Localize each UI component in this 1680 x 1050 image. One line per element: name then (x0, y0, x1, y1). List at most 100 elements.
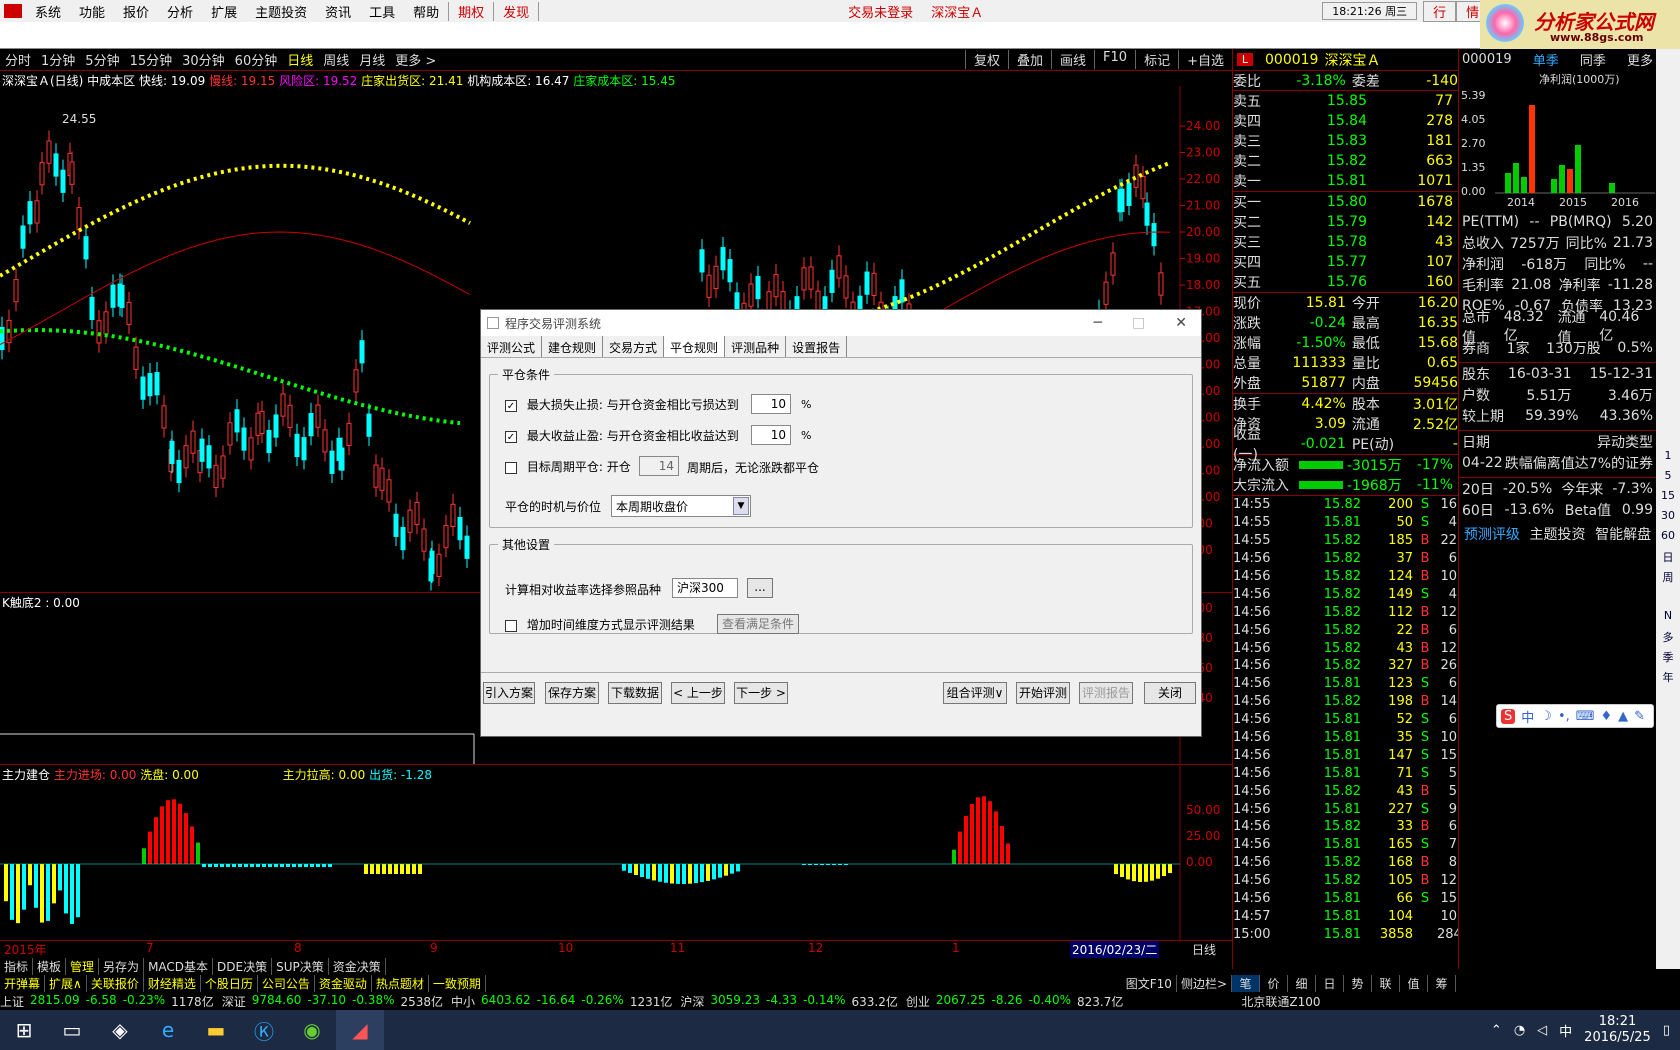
link-theme[interactable]: 主题投资 (1529, 524, 1585, 544)
tab-macd[interactable]: MACD基本 (144, 958, 214, 975)
announcement-button[interactable]: 公司公告 (258, 975, 315, 992)
sidebar-toggle[interactable]: 侧边栏> (1177, 975, 1232, 992)
stock-app-icon[interactable]: ◢ (336, 1010, 384, 1050)
browser-icon[interactable]: ◉ (288, 1010, 336, 1050)
takeprofit-input[interactable]: 10 (751, 425, 791, 445)
link-forecast[interactable]: 预测评级 (1464, 524, 1520, 544)
ime-mode[interactable]: 中 (1521, 707, 1534, 726)
start-test-button[interactable]: 开始评测 (1016, 682, 1070, 704)
tick-list[interactable]: 14:55 15.82 200 S 16 14:55 15.81 50 S 4 14:55 15.82… (1233, 495, 1462, 943)
tab-open-rule[interactable]: 建仓规则 (542, 336, 604, 357)
wifi-icon[interactable]: ◔ (1514, 1023, 1525, 1038)
import-plan-button[interactable]: 引入方案 (483, 682, 535, 704)
hot-topic-button[interactable]: 热点题材 (372, 975, 429, 992)
menu-options[interactable]: 期权 (448, 1, 493, 21)
finance-news-button[interactable]: 财经精选 (144, 975, 201, 992)
period-day[interactable]: 日线 (282, 50, 318, 69)
next-step-button[interactable]: 下一步 > (734, 682, 788, 704)
app-icon[interactable] (4, 4, 22, 18)
tray-clock[interactable]: 18:21 2016/5/25 (1584, 1014, 1651, 1046)
tool-f10[interactable]: F10 (1094, 50, 1135, 69)
minimize-icon[interactable]: ─ (1094, 315, 1102, 331)
timing-select[interactable]: 本周期收盘价 ▼ (611, 495, 751, 517)
strip-multi[interactable]: 多 (1656, 629, 1680, 649)
shirt-icon[interactable]: ▲ (1618, 709, 1628, 724)
consensus-button[interactable]: 一致预期 (429, 975, 486, 992)
strip-60min[interactable]: 60 (1656, 529, 1680, 549)
tab-more[interactable]: 更多 (1627, 50, 1653, 69)
taskview-icon[interactable]: ▭ (48, 1010, 96, 1050)
tab-dde[interactable]: DDE决策 (213, 958, 273, 975)
strip-day[interactable]: 日 (1656, 549, 1680, 569)
ref-browse-button[interactable]: ... (747, 578, 773, 598)
fund-drive-button[interactable]: 资金驱动 (315, 975, 372, 992)
period-5min[interactable]: 5分钟 (80, 50, 124, 69)
login-status[interactable]: 交易未登录 (839, 2, 922, 21)
tab-ri[interactable]: 日 (1316, 975, 1344, 992)
timedim-checkbox[interactable] (505, 619, 517, 632)
folder-icon[interactable]: ▬ (192, 1010, 240, 1050)
tab-fund[interactable]: 资金决策 (329, 958, 386, 975)
tool-diejia[interactable]: 叠加 (1008, 50, 1051, 69)
period-close-checkbox[interactable] (505, 461, 517, 474)
period-month[interactable]: 月线 (354, 50, 390, 69)
menu-theme[interactable]: 主题投资 (246, 2, 316, 21)
index-item[interactable]: 上证 2815.09 -6.58 -0.23% 1178亿 (0, 993, 214, 1010)
menu-discover[interactable]: 发现 (493, 1, 540, 21)
tab-xi[interactable]: 细 (1288, 975, 1316, 992)
strip-season[interactable]: 季 (1656, 649, 1680, 669)
tool-fuquan[interactable]: 复权 (965, 50, 1008, 69)
tab-same-quarter[interactable]: 同季 (1580, 50, 1606, 69)
save-plan-button[interactable]: 保存方案 (545, 682, 599, 704)
tab-single-quarter[interactable]: 单季 (1533, 50, 1559, 69)
menu-help[interactable]: 帮助 (404, 2, 448, 21)
tab-template[interactable]: 模板 (33, 958, 67, 975)
moon-icon[interactable]: ☽ (1540, 709, 1552, 724)
edge-icon[interactable]: e (144, 1010, 192, 1050)
danmu-button[interactable]: 开弹幕 (0, 975, 46, 992)
ime-toolbar[interactable]: S 中 ☽ •, ⌨ ♦ ▲ ✎ (1496, 704, 1654, 728)
address-bar[interactable] (0, 22, 1480, 49)
combo-test-button[interactable]: 组合评测∨ (943, 682, 1007, 704)
tab-trade-mode[interactable]: 交易方式 (603, 336, 665, 357)
tool-add-favorite[interactable]: +自选 (1178, 50, 1232, 69)
volume-icon[interactable]: ◁ (1537, 1023, 1547, 1038)
tab-indicator[interactable]: 指标 (0, 958, 34, 975)
strip-week[interactable]: 周 (1656, 569, 1680, 589)
period-30min[interactable]: 30分钟 (177, 50, 230, 69)
index-item[interactable]: 创业 2067.25 -8.26 -0.40% 823.7亿 (906, 993, 1124, 1010)
stoploss-input[interactable]: 10 (751, 394, 791, 414)
strip-15min[interactable]: 15 (1656, 489, 1680, 509)
menu-analysis[interactable]: 分析 (158, 2, 202, 21)
chevron-down-icon[interactable]: ▼ (733, 497, 749, 515)
maximize-icon[interactable]: □ (1132, 315, 1145, 331)
period-close-input[interactable]: 14 (639, 456, 679, 476)
related-quote-button[interactable]: 关联报价 (87, 975, 144, 992)
tool-mark[interactable]: 标记 (1135, 50, 1178, 69)
menu-quote[interactable]: 报价 (114, 2, 158, 21)
strip-30min[interactable]: 30 (1656, 509, 1680, 529)
k-app-icon[interactable]: Ⓚ (240, 1010, 288, 1050)
menu-extend[interactable]: 扩展 (202, 2, 246, 21)
tool-draw[interactable]: 画线 (1051, 50, 1094, 69)
app-icon[interactable]: ◈ (96, 1010, 144, 1050)
prev-step-button[interactable]: < 上一步 (671, 682, 725, 704)
index-item[interactable]: 沪深 3059.23 -4.33 -0.14% 633.2亿 (680, 993, 898, 1010)
period-more[interactable]: 更多 > (390, 50, 441, 69)
view-conditions-button[interactable]: 查看满足条件 (717, 614, 799, 634)
f10-button[interactable]: 图文F10 (1122, 975, 1177, 992)
stoploss-checkbox[interactable]: ✓ (505, 399, 517, 412)
punct-icon[interactable]: •, (1558, 709, 1570, 724)
test-report-button[interactable]: 评测报告 (1079, 682, 1133, 704)
tab-jia[interactable]: 价 (1260, 975, 1288, 992)
menu-tools[interactable]: 工具 (360, 2, 404, 21)
period-15min[interactable]: 15分钟 (125, 50, 178, 69)
tab-lian[interactable]: 联 (1372, 975, 1400, 992)
tab-saveas[interactable]: 另存为 (99, 958, 145, 975)
download-data-button[interactable]: 下载数据 (608, 682, 662, 704)
tab-sup[interactable]: SUP决策 (272, 958, 329, 975)
keyboard-icon[interactable]: ⌨ (1576, 709, 1595, 724)
notification-icon[interactable]: ▯ (1663, 1023, 1670, 1038)
tab-symbols[interactable]: 评测品种 (725, 336, 787, 357)
period-fenshi[interactable]: 分时 (0, 50, 36, 69)
